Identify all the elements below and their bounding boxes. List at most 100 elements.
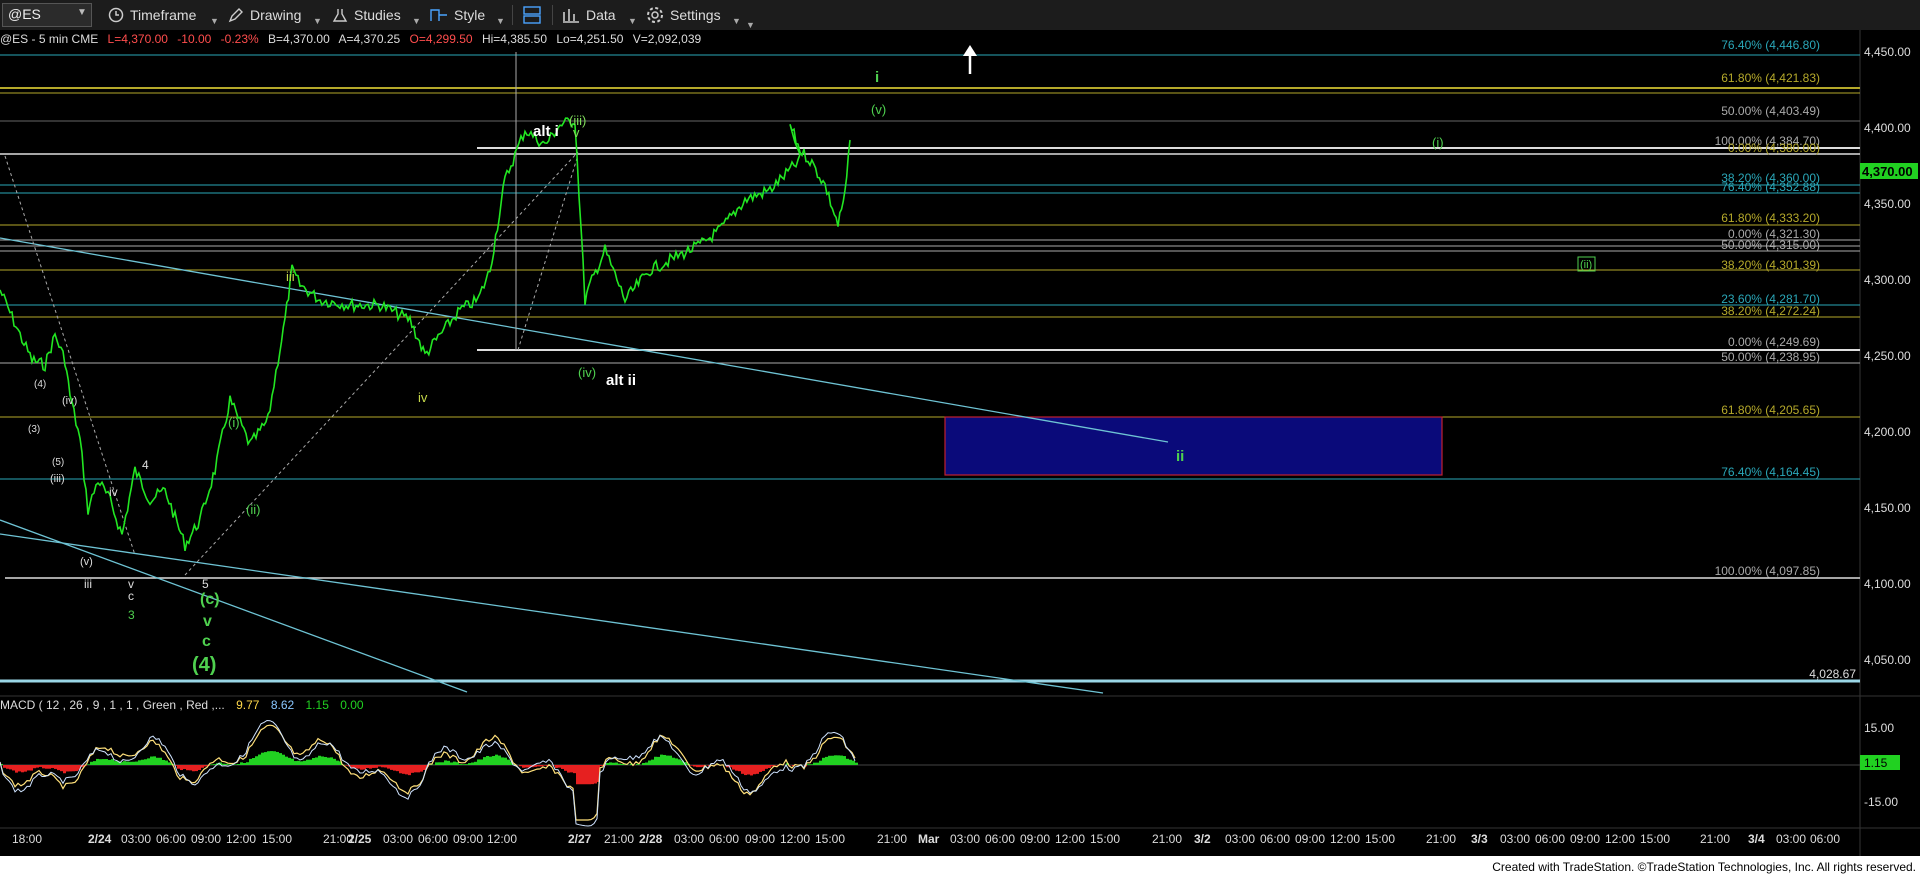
macd-bar [87,764,90,765]
macd-bar [741,765,744,774]
macd-bar [201,765,204,768]
time-tick: 15:00 [1365,832,1395,846]
macd-bar [696,765,699,768]
macd-bar [690,765,693,766]
macd-bar [441,762,444,765]
target-zone-box[interactable] [944,416,1443,476]
time-tick: 21:00 [1152,832,1182,846]
macd-bar [525,765,528,768]
macd-bar [297,760,300,765]
label-iii-green: iii [286,269,295,284]
macd-bar [291,758,294,765]
fib-label: 50.00% (4,403.49) [1721,104,1820,118]
macd-bar [582,765,585,785]
macd-bar [261,752,264,765]
macd-bar [285,756,288,765]
macd-bar [153,756,156,765]
price-tick: 4,300.00 [1864,273,1911,287]
settings-label: Settings [670,7,721,23]
macd-bar [258,754,261,765]
macd-bar [288,757,291,765]
time-tick: 09:00 [1570,832,1600,846]
macd-bar [645,762,648,765]
macd-bar [99,759,102,765]
toolbar-divider [552,5,553,25]
bid-price: B=4,370.00 [268,32,330,46]
fib-label: 50.00% (4,238.95) [1721,350,1820,364]
symbol-dropdown[interactable]: @ES ▼ [2,3,92,27]
label-ii-paren: (ii) [1580,259,1592,271]
price-tick: 4,050.00 [1864,653,1911,667]
price-tick: 4,400.00 [1864,121,1911,135]
macd-bar [210,764,213,765]
label-iii-paren-w: (iii) [50,473,65,485]
macd-bar [282,754,285,765]
label-v-paren-w: (v) [80,556,93,568]
macd-bar [273,751,276,765]
macd-bar [825,756,828,765]
studies-label: Studies [354,7,401,23]
macd-bar [60,765,63,772]
macd-bar [102,759,105,765]
macd-bar [408,765,411,776]
pencil-icon [228,8,243,23]
macd-bar [345,765,348,766]
macd-bar [732,765,735,770]
layout-button[interactable] [522,5,542,25]
macd-bar [498,755,501,765]
macd-tick: 15.00 [1864,721,1894,735]
flask-icon [332,9,348,22]
macd-bar [813,762,816,765]
macd-bar [753,765,756,775]
label-three-paren-w: (3) [28,424,40,435]
macd-bar [642,763,645,765]
macd-value: 9.77 [236,698,260,712]
macd-bar [537,765,540,767]
macd-bar [855,762,858,765]
label-three-g: 3 [128,608,135,622]
label-ii-paren-low: (ii) [246,502,260,517]
label-v-small: v [573,125,580,140]
macd-bar [483,757,486,765]
time-tick: 06:00 [1260,832,1290,846]
label-i-paren: (i) [1432,135,1444,150]
time-tick: 21:00 [1700,832,1730,846]
macd-bar [264,752,267,765]
time-tick: 12:00 [487,832,517,846]
macd-bar [360,765,363,770]
macd-bar [663,754,666,765]
price-tick: 4,450.00 [1864,45,1911,59]
macd-bar [54,765,57,769]
macd-bar [186,765,189,771]
macd-bar [249,758,252,765]
macd-bar [828,755,831,765]
toolbar-divider [512,5,513,25]
time-tick: 03:00 [383,832,413,846]
time-tick: 15:00 [1090,832,1120,846]
macd-bar [363,765,366,770]
macd-bar [240,762,243,765]
chevron-down-icon: ▼ [732,16,741,26]
time-tick: 2/25 [348,832,372,846]
macd-bar [24,765,27,772]
macd-bar [393,765,396,771]
fib-label: 76.40% (4,446.80) [1721,38,1820,52]
label-alt-ii: alt ii [606,372,636,389]
macd-bar [75,765,78,772]
time-tick: 03:00 [1776,832,1806,846]
macd-bar [564,765,567,771]
macd-bar [144,759,147,765]
macd-bar [390,765,393,770]
macd-bar [15,765,18,773]
macd-bar [846,758,849,765]
fib-label: 100.00% (4,097.85) [1715,564,1820,578]
label-four-paren: (4) [192,654,216,676]
time-tick: 12:00 [1330,832,1360,846]
macd-bar [162,759,165,765]
price-chart[interactable]: @ES - 5 min CME L=4,370.00 -10.00 -0.23%… [0,30,1920,876]
time-tick: 12:00 [1055,832,1085,846]
macd-bar [306,759,309,765]
macd-zero: 0.00 [340,698,364,712]
time-tick: 3/2 [1194,832,1211,846]
macd-bar [453,761,456,765]
